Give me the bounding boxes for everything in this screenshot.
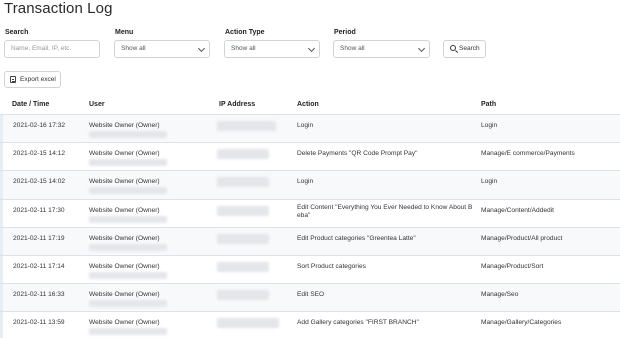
cell-path: Manage/Seo [481,291,519,299]
cell-user: Website Owner (Owner) [89,122,160,129]
cell-date: 2021-02-11 17:30 [13,206,65,214]
action-type-select[interactable]: Show all [224,40,320,58]
header-date[interactable]: Date / Time [12,101,49,108]
redacted-ip [217,149,269,160]
redacted-email [89,328,167,336]
table-row[interactable]: 2021-02-16 17:32 Website Owner (Owner) L… [0,115,620,144]
period-label: Period [334,29,356,36]
cell-user: Website Owner (Owner) [89,319,160,327]
export-excel-button[interactable]: Export excel [4,71,61,88]
action-type-label: Action Type [225,29,265,36]
cell-user: Website Owner (Owner) [89,150,160,158]
cell-action: Login [297,178,314,186]
redacted-ip [217,318,279,329]
header-ip[interactable]: IP Address [219,101,255,108]
table-row[interactable]: 2021-02-15 14:02 Website Owner (Owner) L… [0,171,620,200]
redacted-ip [217,205,269,216]
header-action[interactable]: Action [297,101,319,108]
cell-action: Add Gallery categories "FIRST BRANCH" [297,319,419,327]
cell-date: 2021-02-11 16:33 [13,291,65,299]
redacted-email [89,131,167,138]
cell-date: 2021-02-16 17:32 [13,122,66,129]
cell-action: Login [297,122,314,129]
table-row[interactable]: 2021-02-11 17:30 Website Owner (Owner) E… [0,199,620,228]
cell-date: 2021-02-15 14:02 [13,178,66,186]
search-label: Search [5,29,29,36]
cell-path: Manage/Gallery/Categories [481,319,562,327]
table-row[interactable]: 2021-02-11 13:59 Website Owner (Owner) A… [0,312,620,338]
redacted-email [89,300,167,308]
chevron-down-icon [197,44,206,53]
cell-action: Edit SEO [297,291,325,299]
cell-date: 2021-02-11 17:14 [13,262,65,270]
cell-date: 2021-02-15 14:12 [13,150,66,158]
period-select-value: Show all [340,45,365,52]
cell-action: Edit Product categories "Greentea Latte" [297,234,416,242]
search-button-label: Search [459,45,480,52]
redacted-email [89,243,167,251]
redacted-ip [217,261,269,272]
cell-action: Sort Product categories [297,262,366,270]
cell-action: Edit Content "Everything You Ever Needed… [297,203,473,220]
cell-user: Website Owner (Owner) [89,291,160,299]
page-title: Transaction Log [4,0,113,17]
cell-user: Website Owner (Owner) [89,206,160,214]
period-select[interactable]: Show all [333,40,430,58]
menu-select-value: Show all [121,45,146,52]
table-row[interactable]: 2021-02-11 16:33 Website Owner (Owner) E… [0,284,620,313]
redacted-ip [217,233,269,244]
menu-label: Menu [115,29,134,36]
redacted-email [89,215,167,223]
redacted-ip [217,121,276,131]
filter-bar: Search Name, Email, IP, etc. Menu Show a… [0,29,620,61]
action-type-select-value: Show all [231,45,256,52]
search-icon [450,45,456,51]
cell-user: Website Owner (Owner) [89,262,160,270]
export-excel-label: Export excel [20,76,56,83]
table-body: 2021-02-16 17:32 Website Owner (Owner) L… [0,115,620,338]
table-row[interactable]: 2021-02-11 17:14 Website Owner (Owner) S… [0,255,620,285]
redacted-email [89,271,167,279]
header-user[interactable]: User [89,101,105,108]
cell-action: Delete Payments "QR Code Prompt Pay" [297,150,418,158]
search-button[interactable]: Search [443,40,486,58]
chevron-down-icon [417,44,426,53]
header-path[interactable]: Path [481,101,496,108]
menu-select[interactable]: Show all [114,40,210,58]
cell-path: Manage/Product/All product [481,234,563,242]
cell-date: 2021-02-11 13:59 [13,319,65,327]
table-row[interactable]: 2021-02-15 14:12 Website Owner (Owner) D… [0,143,620,172]
redacted-ip [217,177,269,188]
cell-path: Manage/Content/Addedit [481,206,554,214]
cell-path: Login [481,178,498,186]
cell-date: 2021-02-11 17:19 [13,234,65,242]
transaction-table: Date / Time User IP Address Action Path … [0,96,620,338]
table-row[interactable]: 2021-02-11 17:19 Website Owner (Owner) E… [0,227,620,256]
cell-user: Website Owner (Owner) [89,178,160,186]
redacted-email [89,187,167,195]
redacted-email [89,159,167,167]
file-icon [10,76,16,83]
cell-user: Website Owner (Owner) [89,234,160,242]
search-input[interactable]: Name, Email, IP, etc. [4,40,100,58]
cell-path: Manage/Product/Sort [481,262,544,270]
cell-path: Manage/E commerce/Payments [481,150,575,158]
redacted-ip [217,290,269,301]
table-header: Date / Time User IP Address Action Path [0,96,620,115]
chevron-down-icon [307,44,316,53]
cell-path: Login [481,122,498,129]
